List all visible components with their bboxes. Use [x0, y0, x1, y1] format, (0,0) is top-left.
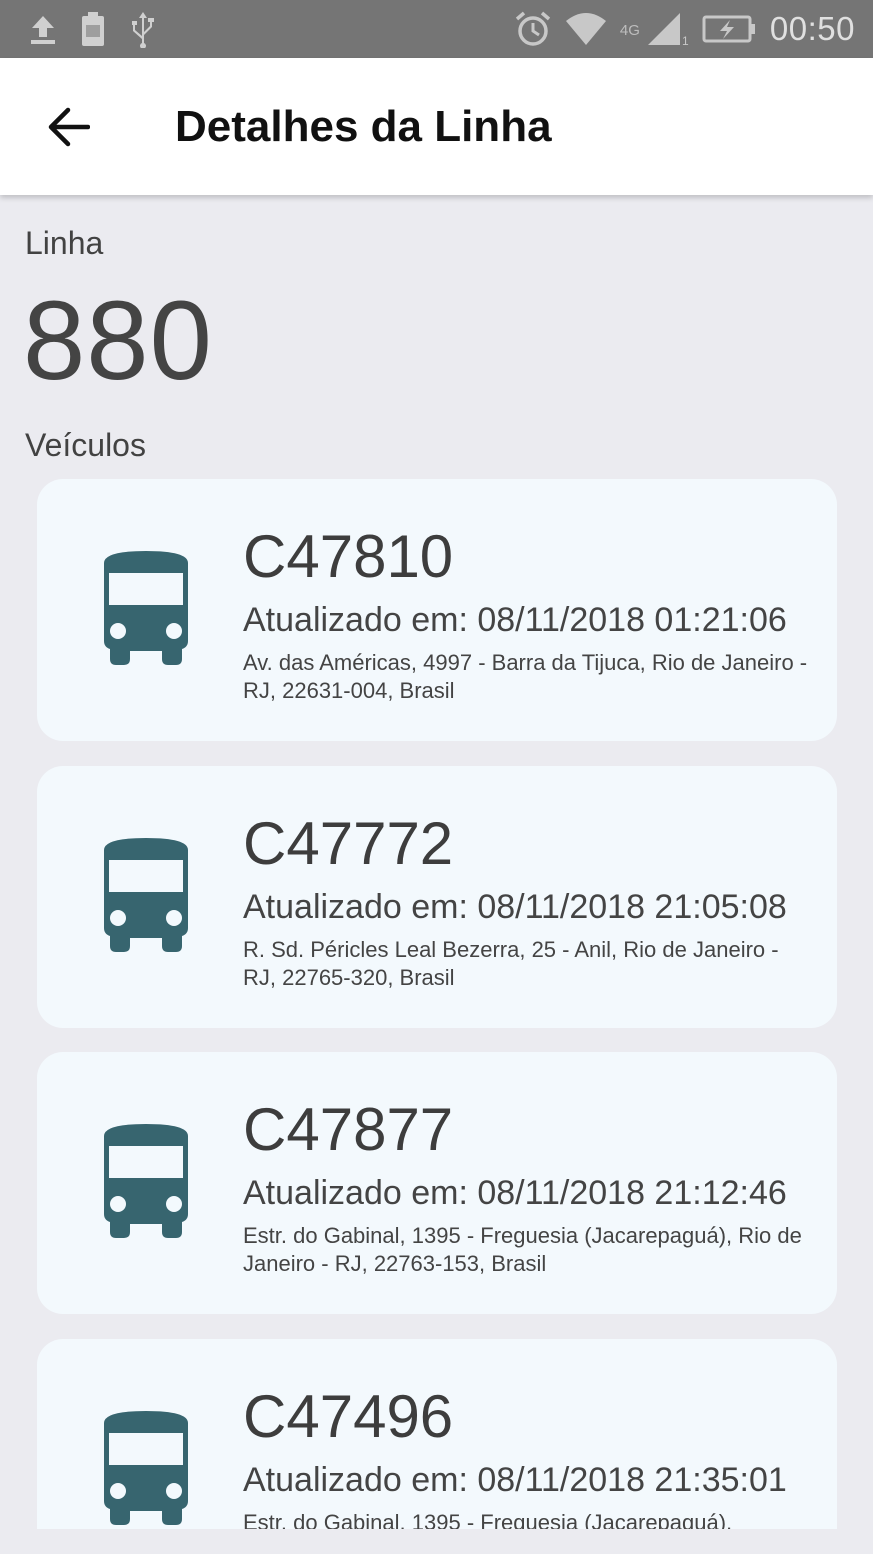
vehicle-address: Estr. do Gabinal, 1395 - Freguesia (Jaca…	[243, 1223, 802, 1276]
back-button[interactable]	[28, 87, 108, 167]
clock: 00:50	[769, 10, 855, 47]
bus-icon	[104, 1124, 188, 1238]
vehicle-address: Estr. do Gabinal, 1395 - Freguesia (Jaca…	[243, 1510, 733, 1529]
vehicle-id: C47772	[243, 810, 454, 877]
line-label: Linha	[25, 225, 104, 261]
vehicle-id: C47496	[243, 1383, 454, 1450]
vehicle-updated: Atualizado em: 08/11/2018 21:35:01	[243, 1461, 787, 1499]
bottom-edge	[0, 1529, 873, 1554]
network-type-label: 4G	[619, 22, 640, 39]
alarm-icon	[514, 10, 552, 48]
vehicle-card[interactable]: C47772 Atualizado em: 08/11/2018 21:05:0…	[37, 766, 837, 1028]
page-title: Detalhes da Linha	[175, 101, 552, 151]
bus-icon	[104, 1411, 188, 1525]
wifi-icon	[564, 11, 608, 47]
vehicle-address: R. Sd. Péricles Leal Bezerra, 25 - Anil,…	[243, 937, 779, 990]
usb-icon	[128, 10, 158, 48]
signal-sub-label: 1	[682, 34, 689, 47]
arrow-back-icon	[48, 107, 90, 146]
bus-icon	[104, 838, 188, 952]
vehicle-card[interactable]: C47810 Atualizado em: 08/11/2018 01:21:0…	[37, 479, 837, 741]
line-details-content[interactable]: Linha 880 Veículos C47810 Atualizado em:…	[0, 195, 873, 1529]
cell-signal-icon: 1	[646, 11, 690, 47]
battery-saver-icon	[80, 11, 106, 47]
vehicle-updated: Atualizado em: 08/11/2018 21:05:08	[243, 888, 787, 926]
bus-icon	[104, 551, 188, 665]
vehicle-card[interactable]: C47877 Atualizado em: 08/11/2018 21:12:4…	[37, 1052, 837, 1314]
vehicle-id: C47877	[243, 1096, 454, 1163]
status-bar: 4G 1 00:50	[0, 0, 873, 58]
vehicle-card[interactable]: C47496 Atualizado em: 08/11/2018 21:35:0…	[37, 1339, 837, 1529]
vehicle-updated: Atualizado em: 08/11/2018 21:12:46	[243, 1174, 787, 1212]
vehicle-id: C47810	[243, 523, 454, 590]
vehicle-updated: Atualizado em: 08/11/2018 01:21:06	[243, 601, 787, 639]
battery-charging-icon	[702, 14, 758, 44]
app-bar: Detalhes da Linha	[0, 58, 873, 195]
line-number: 880	[23, 278, 213, 403]
upload-icon	[28, 13, 58, 45]
vehicles-label: Veículos	[25, 427, 146, 463]
vehicle-address: Av. das Américas, 4997 - Barra da Tijuca…	[243, 650, 808, 703]
